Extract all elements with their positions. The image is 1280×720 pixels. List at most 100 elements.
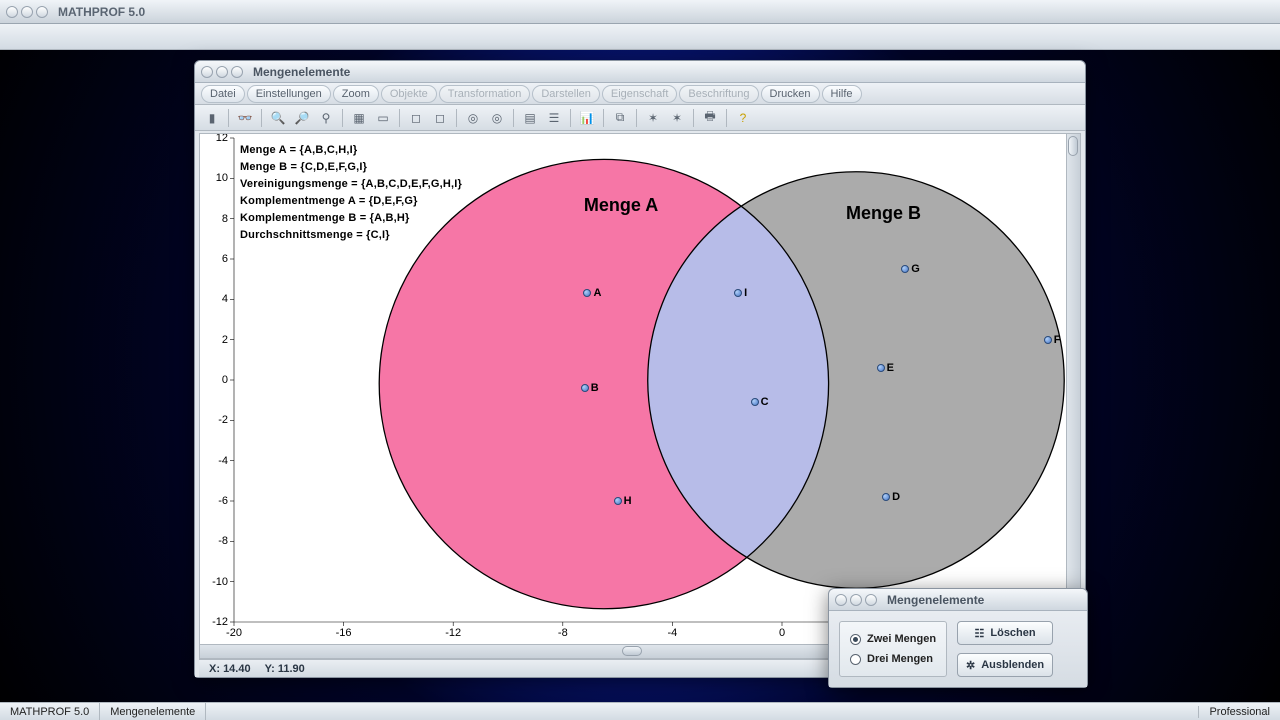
control-dot[interactable]	[850, 594, 862, 606]
set-point[interactable]	[751, 398, 759, 406]
control-dot[interactable]	[216, 66, 228, 78]
x-tick-label: -4	[668, 627, 678, 639]
y-tick-label: -10	[204, 576, 228, 588]
set-point-label: B	[591, 382, 599, 394]
menu-objekte: Objekte	[381, 85, 437, 103]
tool-binoculars-icon[interactable]: 👓	[234, 108, 256, 128]
tool-grid-icon[interactable]: ▦	[348, 108, 370, 128]
tool-copy-icon[interactable]: ⧉	[609, 108, 631, 128]
menu-datei[interactable]: Datei	[201, 85, 245, 103]
set-point-label: G	[911, 263, 920, 275]
menu-darstellen: Darstellen	[532, 85, 600, 103]
tool-table-icon[interactable]: ▤	[519, 108, 541, 128]
menu-zoom[interactable]: Zoom	[333, 85, 379, 103]
set-point[interactable]	[882, 493, 890, 501]
tool-zoom-in-icon[interactable]: 🔍	[267, 108, 289, 128]
control-dot[interactable]	[201, 66, 213, 78]
tool-clear2-icon[interactable]: ✶	[666, 108, 688, 128]
radio-icon[interactable]	[850, 634, 861, 645]
tool-panel-icon[interactable]: ▭	[372, 108, 394, 128]
tool-target1-icon[interactable]: ◎	[462, 108, 484, 128]
set-point[interactable]	[901, 265, 909, 273]
tool-sheet-icon[interactable]: ☰	[543, 108, 565, 128]
tool-marker1-icon[interactable]: ◻	[405, 108, 427, 128]
plot-window-title: Mengenelemente	[253, 65, 350, 79]
hide-button[interactable]: ✲Ausblenden	[957, 653, 1053, 677]
statusbar: MATHPROF 5.0 Mengenelemente Professional	[0, 702, 1280, 720]
plot-window-titlebar[interactable]: Mengenelemente	[195, 61, 1085, 83]
set-point[interactable]	[1044, 336, 1052, 344]
button-label: Löschen	[990, 627, 1035, 639]
coord-x-label: X:	[209, 663, 220, 675]
set-info-block: Menge A = {A,B,C,H,I} Menge B = {C,D,E,F…	[240, 142, 462, 244]
coord-y-value: 11.90	[278, 663, 305, 675]
radio-two-sets[interactable]: Zwei Mengen	[850, 633, 936, 645]
x-tick-label: -12	[445, 627, 461, 639]
x-tick-label: -16	[336, 627, 352, 639]
main-titlebar[interactable]: MATHPROF 5.0	[0, 0, 1280, 24]
set-point-label: C	[761, 396, 769, 408]
y-tick-label: 0	[204, 374, 228, 386]
control-dot[interactable]	[865, 594, 877, 606]
window-controls[interactable]	[201, 66, 243, 78]
menu-hilfe[interactable]: Hilfe	[822, 85, 862, 103]
tool-marker2-icon[interactable]: ◻	[429, 108, 451, 128]
y-tick-label: -8	[204, 535, 228, 547]
tool-window[interactable]: Mengenelemente Zwei Mengen Drei Mengen ☷…	[828, 588, 1088, 688]
info-line: Komplementmenge B = {A,B,H}	[240, 210, 462, 227]
coord-y-label: Y:	[265, 663, 275, 675]
set-point[interactable]	[614, 497, 622, 505]
set-point[interactable]	[734, 289, 742, 297]
menu-drucken[interactable]: Drucken	[761, 85, 820, 103]
tool-window-titlebar[interactable]: Mengenelemente	[829, 589, 1087, 611]
x-tick-label: -8	[558, 627, 568, 639]
control-dot[interactable]	[21, 6, 33, 18]
control-dot[interactable]	[6, 6, 18, 18]
tool-clear1-icon[interactable]: ✶	[642, 108, 664, 128]
control-dot[interactable]	[36, 6, 48, 18]
venn-label-b: Menge B	[846, 203, 921, 224]
main-toolbar	[0, 24, 1280, 50]
tool-chart-icon[interactable]: 📊	[576, 108, 598, 128]
plot-window[interactable]: Mengenelemente Datei Einstellungen Zoom …	[194, 60, 1086, 678]
tool-zoom-reset-icon[interactable]: ⚲	[315, 108, 337, 128]
set-point[interactable]	[583, 289, 591, 297]
menu-transformation: Transformation	[439, 85, 531, 103]
window-controls[interactable]	[6, 6, 48, 18]
radio-label: Drei Mengen	[867, 653, 933, 665]
control-dot[interactable]	[835, 594, 847, 606]
y-tick-label: -12	[204, 616, 228, 628]
status-edition: Professional	[1198, 706, 1280, 718]
set-count-options: Zwei Mengen Drei Mengen	[839, 621, 947, 677]
mdi-area: Mengenelemente Datei Einstellungen Zoom …	[0, 50, 1280, 702]
tool-device-icon[interactable]: ▮	[201, 108, 223, 128]
gear-icon: ✲	[966, 659, 975, 672]
info-line: Komplementmenge A = {D,E,F,G}	[240, 193, 462, 210]
list-icon: ☷	[975, 627, 985, 640]
tool-help-icon[interactable]: ?	[732, 108, 754, 128]
tool-body: Zwei Mengen Drei Mengen ☷ Löschen ✲Ausble…	[829, 611, 1087, 687]
scrollbar-thumb[interactable]	[1068, 136, 1078, 156]
tool-zoom-out-icon[interactable]: 🔎	[291, 108, 313, 128]
vertical-scrollbar[interactable]	[1066, 134, 1080, 644]
set-point[interactable]	[581, 384, 589, 392]
app-title: MATHPROF 5.0	[58, 5, 145, 19]
plot-canvas[interactable]: Menge A = {A,B,C,H,I} Menge B = {C,D,E,F…	[199, 133, 1081, 645]
menu-einstellungen[interactable]: Einstellungen	[247, 85, 331, 103]
tool-target2-icon[interactable]: ◎	[486, 108, 508, 128]
y-tick-label: 2	[204, 334, 228, 346]
clear-button[interactable]: ☷ Löschen	[957, 621, 1053, 645]
set-point-label: E	[887, 362, 894, 374]
y-tick-label: 6	[204, 253, 228, 265]
scrollbar-thumb[interactable]	[622, 646, 642, 656]
main-window: MATHPROF 5.0 Mengenelemente Datei Einste…	[0, 0, 1280, 720]
window-controls[interactable]	[835, 594, 877, 606]
control-dot[interactable]	[231, 66, 243, 78]
y-tick-label: 10	[204, 172, 228, 184]
tool-print-icon[interactable]: 🖶	[699, 108, 721, 128]
set-point-label: D	[892, 491, 900, 503]
radio-label: Zwei Mengen	[867, 633, 936, 645]
radio-three-sets[interactable]: Drei Mengen	[850, 653, 936, 665]
set-point[interactable]	[877, 364, 885, 372]
radio-icon[interactable]	[850, 654, 861, 665]
